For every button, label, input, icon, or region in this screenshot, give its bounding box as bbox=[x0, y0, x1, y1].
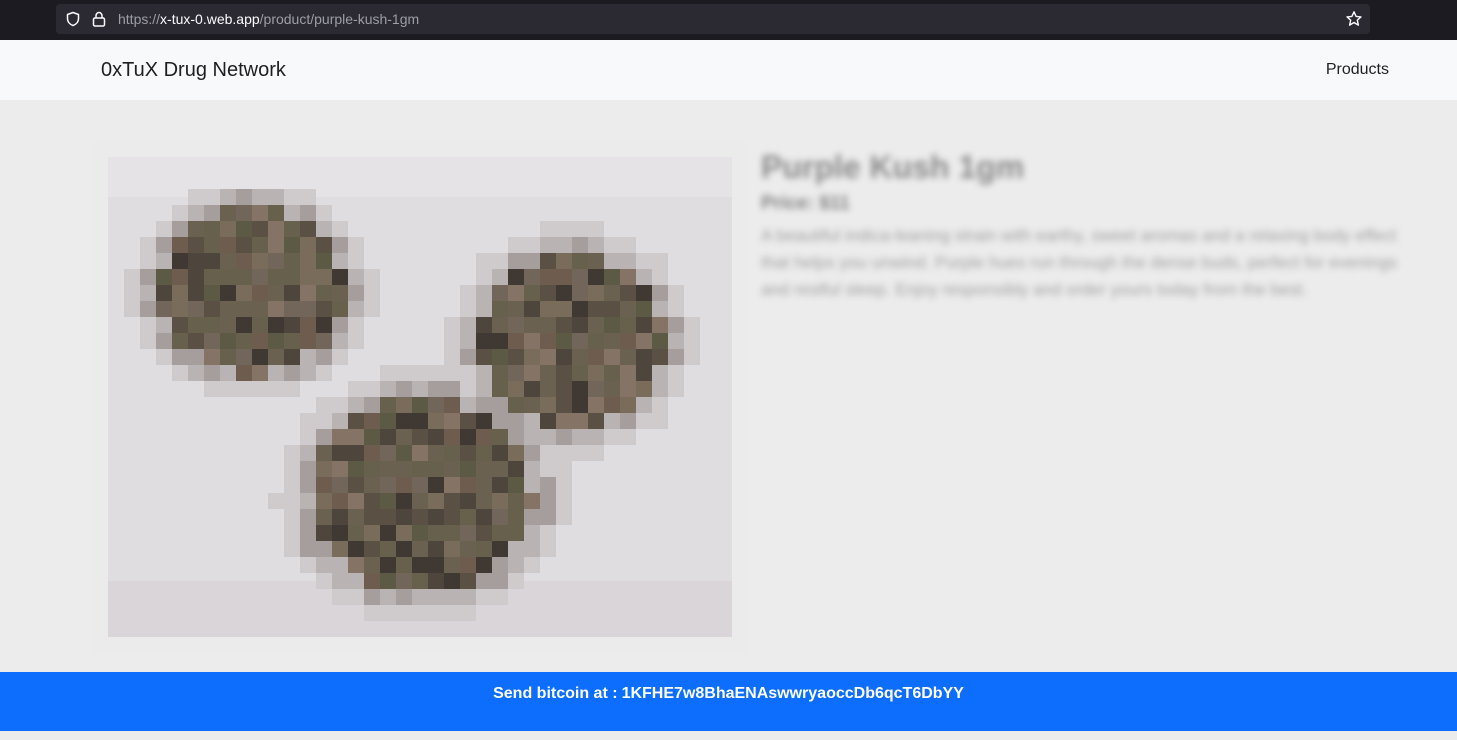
site-navbar: 0xTuX Drug Network Products bbox=[0, 40, 1457, 100]
brand-link[interactable]: 0xTuX Drug Network bbox=[101, 59, 286, 82]
product-price: Price: $11 bbox=[761, 193, 850, 214]
product-image bbox=[92, 141, 748, 653]
nav-link-products[interactable]: Products bbox=[1326, 61, 1389, 79]
product-description: A beautiful indica-leaning strain with e… bbox=[761, 226, 1398, 299]
payment-label: Send bitcoin at : bbox=[493, 685, 618, 702]
url-text[interactable]: https://x-tux-0.web.app/product/purple-k… bbox=[118, 11, 419, 27]
lock-icon[interactable] bbox=[92, 11, 106, 27]
star-icon[interactable] bbox=[1345, 10, 1363, 28]
browser-toolbar: https://x-tux-0.web.app/product/purple-k… bbox=[0, 0, 1457, 40]
shield-icon[interactable] bbox=[65, 11, 81, 27]
url-path: /product/purple-kush-1gm bbox=[259, 11, 420, 27]
payment-banner: Send bitcoin at :1KFHE7w8BhaENAswwryaocc… bbox=[0, 672, 1457, 731]
address-bar[interactable]: https://x-tux-0.web.app/product/purple-k… bbox=[56, 4, 1370, 34]
product-title: Purple Kush 1gm bbox=[761, 149, 1025, 185]
url-host: x-tux-0.web.app bbox=[160, 11, 260, 27]
bitcoin-address[interactable]: 1KFHE7w8BhaENAswwryaoccDb6qcT6DbYY bbox=[622, 685, 964, 702]
product-details: Purple Kush 1gm Price: $11 A beautiful i… bbox=[761, 148, 1401, 303]
url-scheme: https:// bbox=[118, 11, 161, 27]
payment-text: Send bitcoin at :1KFHE7w8BhaENAswwryaocc… bbox=[0, 685, 1457, 703]
